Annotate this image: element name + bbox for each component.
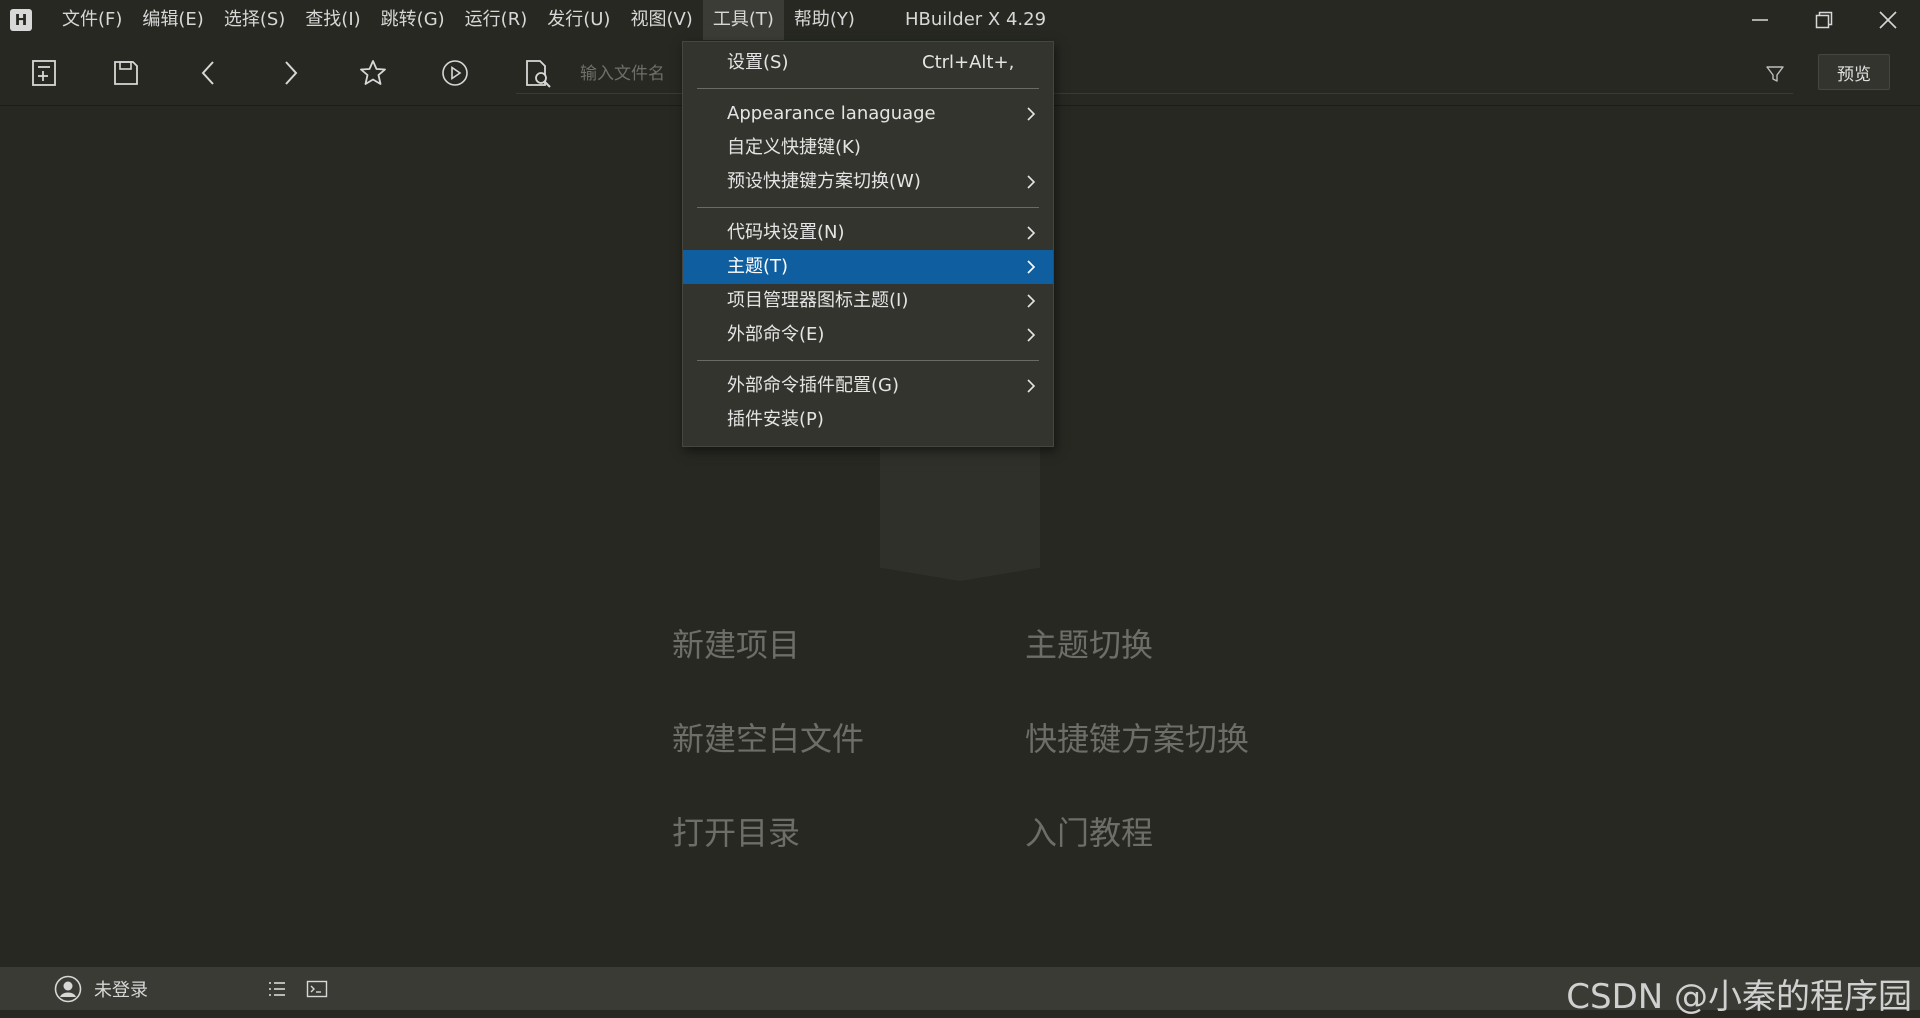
login-status-label: 未登录 [94, 980, 148, 1001]
menu-item-label: 设置(S) [727, 52, 789, 73]
window-controls [1728, 0, 1920, 40]
menu-find[interactable]: 查找(I) [295, 0, 370, 40]
chevron-right-icon [1027, 260, 1036, 274]
filter-icon[interactable] [1765, 64, 1785, 84]
star-icon [360, 60, 386, 85]
welcome-decoration [880, 447, 1040, 581]
menu-item-label: 自定义快捷键(K) [727, 137, 861, 158]
back-button[interactable] [190, 54, 228, 92]
menu-file[interactable]: 文件(F) [52, 0, 132, 40]
menu-goto[interactable]: 跳转(G) [371, 0, 455, 40]
new-file-button[interactable] [25, 54, 63, 92]
menu-select[interactable]: 选择(S) [214, 0, 295, 40]
menu-item-label: 项目管理器图标主题(I) [727, 290, 909, 311]
menu-view[interactable]: 视图(V) [620, 0, 702, 40]
menu-item-label: 主题(T) [727, 256, 789, 277]
menu-item-external-commands[interactable]: 外部命令(E) [683, 318, 1053, 352]
outline-icon[interactable] [266, 978, 288, 1000]
menu-tools[interactable]: 工具(T) [702, 0, 784, 40]
chevron-right-icon [1027, 379, 1036, 393]
hbuilder-logo-icon: H [10, 9, 32, 31]
close-icon [1879, 11, 1897, 29]
menu-edit[interactable]: 编辑(E) [132, 0, 213, 40]
window-title: HBuilder X 4.29 [905, 9, 1047, 30]
menu-item-icon-theme[interactable]: 项目管理器图标主题(I) [683, 284, 1053, 318]
chevron-right-icon [1027, 226, 1036, 240]
open-directory-link[interactable]: 打开目录 [672, 808, 800, 854]
menu-item-appearance-language[interactable]: Appearance lanaguage [683, 97, 1053, 131]
tools-dropdown-menu: 设置(S) Ctrl+Alt+, Appearance lanaguage 自定… [682, 41, 1054, 447]
menu-item-snippets[interactable]: 代码块设置(N) [683, 216, 1053, 250]
menu-separator [697, 207, 1039, 208]
menu-item-label: 预设快捷键方案切换(W) [727, 171, 921, 192]
minimize-icon [1752, 19, 1768, 21]
menu-item-label: 外部命令插件配置(G) [727, 375, 899, 396]
menu-bar: 文件(F) 编辑(E) 选择(S) 查找(I) 跳转(G) 运行(R) 发行(U… [52, 0, 865, 40]
menu-publish[interactable]: 发行(U) [537, 0, 620, 40]
user-avatar-icon [54, 975, 82, 1003]
save-icon [114, 61, 138, 85]
restore-icon [1815, 11, 1833, 29]
new-file-icon [32, 60, 56, 86]
menu-item-settings[interactable]: 设置(S) Ctrl+Alt+, [683, 46, 1053, 80]
menu-item-label: Appearance lanaguage [727, 103, 936, 124]
menu-item-preset-shortcuts[interactable]: 预设快捷键方案切换(W) [683, 165, 1053, 199]
csdn-watermark: CSDN @小秦的程序园 [1566, 977, 1912, 1017]
menu-run[interactable]: 运行(R) [455, 0, 538, 40]
status-bar: 未登录 CSDN @小秦的程序园 [0, 967, 1920, 1017]
menu-item-theme[interactable]: 主题(T) [683, 250, 1053, 284]
restore-button[interactable] [1792, 0, 1856, 40]
menu-item-external-plugin-config[interactable]: 外部命令插件配置(G) [683, 369, 1053, 403]
run-icon [442, 60, 468, 86]
menu-help[interactable]: 帮助(Y) [784, 0, 865, 40]
forward-icon [285, 61, 298, 85]
chevron-right-icon [1027, 328, 1036, 342]
menu-item-label: 插件安装(P) [727, 409, 824, 430]
login-status[interactable]: 未登录 [54, 975, 148, 1003]
new-project-link[interactable]: 新建项目 [672, 620, 800, 666]
save-button[interactable] [107, 54, 145, 92]
menu-separator [697, 88, 1039, 89]
terminal-icon[interactable] [306, 978, 328, 1000]
favorite-button[interactable] [354, 54, 392, 92]
back-icon [201, 61, 214, 85]
chevron-right-icon [1027, 175, 1036, 189]
keymap-switch-link[interactable]: 快捷键方案切换 [1025, 714, 1249, 760]
title-bar: H 文件(F) 编辑(E) 选择(S) 查找(I) 跳转(G) 运行(R) 发行… [0, 0, 1920, 40]
run-button[interactable] [436, 54, 474, 92]
theme-switch-link[interactable]: 主题切换 [1025, 620, 1153, 666]
new-blank-file-link[interactable]: 新建空白文件 [672, 714, 864, 760]
menu-item-label: 外部命令(E) [727, 324, 825, 345]
find-file-icon[interactable] [522, 58, 554, 90]
minimize-button[interactable] [1728, 0, 1792, 40]
tutorial-link[interactable]: 入门教程 [1025, 808, 1153, 854]
preview-button[interactable]: 预览 [1818, 54, 1890, 90]
menu-separator [697, 360, 1039, 361]
menu-item-shortcut: Ctrl+Alt+, [922, 52, 1015, 73]
menu-item-label: 代码块设置(N) [727, 222, 845, 243]
chevron-right-icon [1027, 294, 1036, 308]
menu-item-plugin-install[interactable]: 插件安装(P) [683, 403, 1053, 437]
forward-button[interactable] [271, 54, 309, 92]
close-button[interactable] [1856, 0, 1920, 40]
chevron-right-icon [1027, 107, 1036, 121]
menu-item-custom-shortcuts[interactable]: 自定义快捷键(K) [683, 131, 1053, 165]
